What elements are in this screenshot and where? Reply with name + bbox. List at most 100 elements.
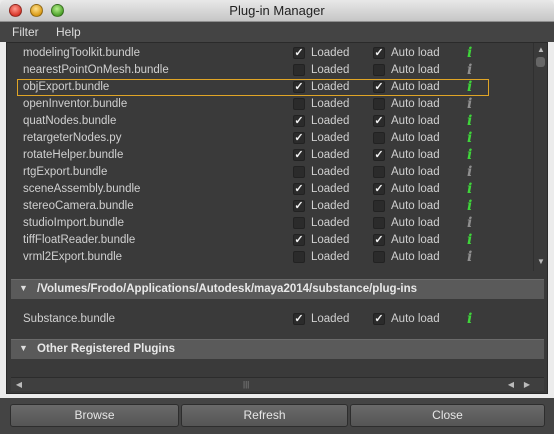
auto-load-label: Auto load xyxy=(391,183,440,195)
plugin-row[interactable]: vrml2Export.bundle Loaded Auto load i xyxy=(7,249,533,266)
refresh-button[interactable]: Refresh xyxy=(181,404,348,427)
plugin-row[interactable]: modelingToolkit.bundle ✓ Loaded ✓ Auto load i xyxy=(7,45,533,62)
auto-load-checkbox[interactable]: ✓ xyxy=(373,183,385,195)
info-icon[interactable]: i xyxy=(467,45,472,61)
horizontal-scrollbar[interactable]: ◀ ||| ◀ ▶ xyxy=(11,377,544,391)
info-icon[interactable]: i xyxy=(467,232,472,248)
loaded-checkbox[interactable] xyxy=(293,64,305,76)
loaded-label: Loaded xyxy=(311,81,350,93)
collapse-triangle-icon[interactable]: ▼ xyxy=(19,283,28,293)
auto-load-label: Auto load xyxy=(391,200,440,212)
loaded-checkbox[interactable] xyxy=(293,166,305,178)
info-icon[interactable]: i xyxy=(467,79,472,95)
menu-help[interactable]: Help xyxy=(56,25,81,39)
collapse-triangle-icon[interactable]: ▼ xyxy=(19,343,28,353)
loaded-checkbox[interactable]: ✓ xyxy=(293,81,305,93)
auto-load-checkbox[interactable] xyxy=(373,64,385,76)
substance-section-header[interactable]: ▼ /Volumes/Frodo/Applications/Autodesk/m… xyxy=(11,279,544,299)
scroll-right-icon[interactable]: ▶ xyxy=(521,379,533,391)
info-icon[interactable]: i xyxy=(467,113,472,129)
auto-load-checkbox[interactable] xyxy=(373,132,385,144)
loaded-label: Loaded xyxy=(311,98,350,110)
scroll-left-icon[interactable]: ◀ xyxy=(13,379,25,391)
loaded-checkbox[interactable] xyxy=(293,251,305,263)
plugin-row[interactable]: openInventor.bundle Loaded Auto load i xyxy=(7,96,533,113)
loaded-label: Loaded xyxy=(311,217,350,229)
loaded-checkbox[interactable] xyxy=(293,217,305,229)
auto-load-checkbox[interactable] xyxy=(373,166,385,178)
auto-load-checkbox[interactable]: ✓ xyxy=(373,313,385,325)
loaded-label: Loaded xyxy=(311,115,350,127)
other-plugins-section-header[interactable]: ▼ Other Registered Plugins xyxy=(11,339,544,359)
plugin-row[interactable]: stereoCamera.bundle ✓ Loaded Auto load i xyxy=(7,198,533,215)
plugin-row[interactable]: retargeterNodes.py ✓ Loaded Auto load i xyxy=(7,130,533,147)
info-icon[interactable]: i xyxy=(467,130,472,146)
auto-load-label: Auto load xyxy=(391,234,440,246)
scrollbar-thumb[interactable] xyxy=(536,57,545,67)
info-icon[interactable]: i xyxy=(467,215,472,231)
auto-load-checkbox[interactable] xyxy=(373,217,385,229)
plugin-name: openInventor.bundle xyxy=(23,98,128,110)
info-icon[interactable]: i xyxy=(467,164,472,180)
info-icon[interactable]: i xyxy=(467,96,472,112)
loaded-checkbox[interactable]: ✓ xyxy=(293,234,305,246)
auto-load-label: Auto load xyxy=(391,251,440,263)
loaded-checkbox[interactable]: ✓ xyxy=(293,115,305,127)
plugin-name: nearestPointOnMesh.bundle xyxy=(23,64,169,76)
loaded-checkbox[interactable]: ✓ xyxy=(293,200,305,212)
vertical-scrollbar[interactable]: ▲ ▼ xyxy=(533,43,547,271)
auto-load-checkbox[interactable] xyxy=(373,98,385,110)
auto-load-checkbox[interactable]: ✓ xyxy=(373,149,385,161)
section-title: Other Registered Plugins xyxy=(37,343,176,355)
plugin-list-panel: modelingToolkit.bundle ✓ Loaded ✓ Auto load i… xyxy=(6,42,548,394)
title-bar: Plug-in Manager xyxy=(0,0,554,22)
plugin-row[interactable]: nearestPointOnMesh.bundle Loaded Auto load… xyxy=(7,62,533,79)
info-icon[interactable]: i xyxy=(467,198,472,214)
loaded-label: Loaded xyxy=(311,166,350,178)
plugin-row[interactable]: rtgExport.bundle Loaded Auto load i xyxy=(7,164,533,181)
plugin-name: retargeterNodes.py xyxy=(23,132,122,144)
browse-button[interactable]: Browse xyxy=(10,404,179,427)
scroll-left-icon[interactable]: ◀ xyxy=(505,379,517,391)
plugin-row[interactable]: tiffFloatReader.bundle ✓ Loaded ✓ Auto load i xyxy=(7,232,533,249)
close-button[interactable]: Close xyxy=(350,404,545,427)
scroll-down-icon[interactable]: ▼ xyxy=(536,257,546,267)
loaded-checkbox[interactable]: ✓ xyxy=(293,132,305,144)
info-icon[interactable]: i xyxy=(467,311,472,327)
loaded-checkbox[interactable]: ✓ xyxy=(293,149,305,161)
loaded-checkbox[interactable]: ✓ xyxy=(293,47,305,59)
info-icon[interactable]: i xyxy=(467,181,472,197)
auto-load-checkbox[interactable] xyxy=(373,251,385,263)
info-icon[interactable]: i xyxy=(467,62,472,78)
loaded-label: Loaded xyxy=(311,47,350,59)
plugin-row[interactable]: Substance.bundle ✓ Loaded ✓ Auto load i xyxy=(7,311,533,328)
auto-load-label: Auto load xyxy=(391,81,440,93)
auto-load-label: Auto load xyxy=(391,166,440,178)
plugin-name: vrml2Export.bundle xyxy=(23,251,123,263)
menu-bar: Filter Help xyxy=(0,22,554,42)
auto-load-checkbox[interactable]: ✓ xyxy=(373,115,385,127)
loaded-checkbox[interactable] xyxy=(293,98,305,110)
loaded-checkbox[interactable]: ✓ xyxy=(293,313,305,325)
plugin-name: sceneAssembly.bundle xyxy=(23,183,141,195)
loaded-label: Loaded xyxy=(311,183,350,195)
menu-filter[interactable]: Filter xyxy=(12,25,39,39)
auto-load-checkbox[interactable]: ✓ xyxy=(373,47,385,59)
auto-load-checkbox[interactable]: ✓ xyxy=(373,234,385,246)
auto-load-checkbox[interactable] xyxy=(373,200,385,212)
plugin-name: studioImport.bundle xyxy=(23,217,125,229)
plugin-row[interactable]: studioImport.bundle Loaded Auto load i xyxy=(7,215,533,232)
auto-load-label: Auto load xyxy=(391,115,440,127)
plugin-name: rtgExport.bundle xyxy=(23,166,108,178)
plugin-row[interactable]: objExport.bundle ✓ Loaded ✓ Auto load i xyxy=(17,79,489,96)
loaded-checkbox[interactable]: ✓ xyxy=(293,183,305,195)
plugin-row[interactable]: sceneAssembly.bundle ✓ Loaded ✓ Auto load i xyxy=(7,181,533,198)
info-icon[interactable]: i xyxy=(467,147,472,163)
info-icon[interactable]: i xyxy=(467,249,472,265)
scrollbar-grip-icon[interactable]: ||| xyxy=(243,381,255,389)
plugin-name: quatNodes.bundle xyxy=(23,115,117,127)
auto-load-checkbox[interactable]: ✓ xyxy=(373,81,385,93)
plugin-row[interactable]: rotateHelper.bundle ✓ Loaded ✓ Auto load i xyxy=(7,147,533,164)
scroll-up-icon[interactable]: ▲ xyxy=(536,45,546,55)
plugin-row[interactable]: quatNodes.bundle ✓ Loaded ✓ Auto load i xyxy=(7,113,533,130)
